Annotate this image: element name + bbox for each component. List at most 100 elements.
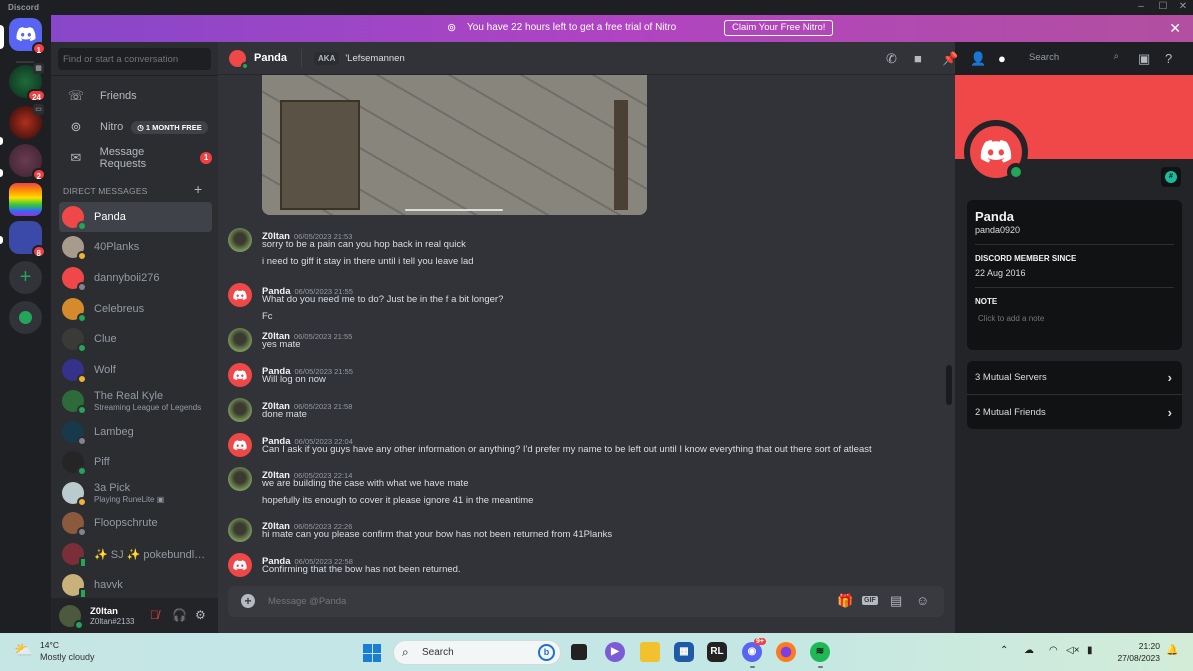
dm-list-item[interactable]: Panda [59, 202, 212, 232]
panda-avatar[interactable] [228, 283, 252, 307]
zoltan-avatar[interactable] [228, 518, 252, 542]
settings-gear-icon[interactable]: ⚙ [195, 608, 206, 622]
system-clock[interactable]: 21:20 27/08/2023 [1110, 640, 1160, 664]
help-icon[interactable]: ? [1165, 51, 1172, 66]
server-pvm[interactable]: ▦ 24 [9, 63, 46, 102]
chat-message[interactable]: Z0ltan 06/05/2023 21:53 sorry to be a pain… [228, 226, 938, 270]
user-avatar[interactable] [59, 604, 84, 630]
message-input[interactable] [268, 596, 808, 607]
zoltan-avatar[interactable] [228, 328, 252, 352]
server-p9k[interactable]: 2 [9, 144, 46, 181]
chat-message[interactable]: Z0ltan 06/05/2023 22:14 we are building th… [228, 465, 938, 509]
nav-nitro[interactable]: ⊚ Nitro ◷ 1 MONTH FREE [59, 112, 212, 142]
chat-message[interactable]: Panda 06/05/2023 22:58 Confirming that the… [228, 551, 938, 580]
file-explorer-icon[interactable] [640, 642, 660, 662]
chat-message[interactable]: Z0ltan 06/05/2023 21:58 done mate [228, 396, 938, 425]
user-profile-icon[interactable]: ● [998, 51, 1006, 66]
mutual-servers-button[interactable]: 3 Mutual Servers › [967, 361, 1182, 395]
panda-avatar[interactable] [228, 553, 252, 577]
chat-message[interactable]: Z0ltan 06/05/2023 22:26 hi mate can you pl… [228, 516, 938, 545]
weather-cloud-icon[interactable]: ⛅ [14, 641, 33, 659]
chat-message[interactable]: Panda 06/05/2023 22:04 Can I ask if you gu… [228, 431, 938, 460]
claim-nitro-button[interactable]: Claim Your Free Nitro! [724, 20, 834, 36]
create-dm-button[interactable]: + [194, 181, 202, 197]
discord-taskbar-icon[interactable]: ◉ [742, 642, 762, 662]
nav-friends[interactable]: ☏ Friends [59, 81, 212, 111]
status-offline-indicator [77, 436, 87, 446]
user-tag: Z0ltan#2133 [90, 616, 135, 626]
add-server-button[interactable]: + [9, 261, 42, 294]
dm-name: The Real Kyle [94, 390, 164, 402]
dm-list-item[interactable]: Celebreus [59, 294, 212, 324]
find-conversation-input[interactable] [58, 48, 211, 70]
dm-list-item[interactable]: ✨ SJ ✨ pokebundle... [59, 539, 212, 569]
status-offline-indicator [77, 282, 87, 292]
gif-button[interactable]: GIF [862, 596, 878, 605]
close-icon[interactable]: ✕ [1169, 20, 1181, 37]
dm-list-item[interactable]: dannyboii276 [59, 263, 212, 293]
minimize-button[interactable]: – [1132, 1, 1150, 12]
server-rs[interactable] [9, 183, 42, 216]
bing-icon[interactable]: b [538, 644, 555, 661]
zoltan-avatar[interactable] [228, 398, 252, 422]
explore-button[interactable] [9, 301, 42, 334]
wifi-icon[interactable]: ◠ [1049, 645, 1058, 656]
dm-list-item[interactable]: 3a Pick Playing RuneLite ▣ [59, 478, 212, 508]
mutual-friends-button[interactable]: 2 Mutual Friends › [967, 395, 1182, 429]
headphones-icon[interactable]: 🎧 [172, 608, 187, 622]
chat-message[interactable]: Z0ltan 06/05/2023 21:55 yes mate [228, 326, 938, 355]
nav-message-requests[interactable]: ✉ Message Requests 1 [59, 143, 212, 173]
dm-list-item[interactable]: Lambeg [59, 417, 212, 447]
dm-list-item[interactable]: Piff [59, 447, 212, 477]
dm-list-item[interactable]: The Real Kyle Streaming League of Legends [59, 386, 212, 416]
inbox-icon[interactable]: ▣ [1138, 51, 1150, 67]
tray-chevron-up-icon[interactable]: ⌃ [1000, 645, 1008, 656]
weather-temp[interactable]: 14°C [40, 640, 59, 650]
chat-message[interactable]: Panda 06/05/2023 21:55 Will log on now [228, 361, 938, 390]
runelite-icon[interactable]: RL [707, 642, 727, 662]
mutual-servers-label: 3 Mutual Servers [975, 372, 1047, 383]
spotify-icon[interactable]: ≋ [810, 642, 830, 662]
badge-hash-icon[interactable]: # [1161, 167, 1181, 187]
mute-icon[interactable]: 🎙̸ [150, 608, 159, 622]
chat-scrollbar[interactable] [946, 365, 952, 405]
maximize-button[interactable]: ☐ [1154, 1, 1172, 12]
onedrive-cloud-icon[interactable]: ☁ [1024, 645, 1034, 656]
windows-start-icon[interactable] [363, 644, 381, 662]
embedded-image[interactable] [262, 75, 647, 215]
dm-list-item[interactable]: Clue [59, 324, 212, 354]
server-dark[interactable]: ▭ [9, 104, 44, 139]
zoltan-avatar[interactable] [228, 467, 252, 491]
battery-plug-icon[interactable]: ▮ [1087, 645, 1093, 656]
chat-message[interactable]: Panda 06/05/2023 21:55 What do you need me… [228, 281, 938, 325]
dm-list-item[interactable]: Wolf [59, 355, 212, 385]
sticker-icon[interactable]: ▤ [890, 593, 902, 609]
video-call-icon[interactable]: ■ [914, 51, 922, 66]
home-button[interactable]: 1 [9, 18, 46, 55]
message-text: What do you need me to do? Just be in th… [262, 294, 504, 305]
task-view-icon[interactable] [571, 644, 587, 660]
pin-icon[interactable]: 📌 [942, 51, 958, 67]
dm-list-item[interactable]: havvk [59, 570, 212, 600]
attach-plus-icon[interactable]: + [241, 594, 255, 608]
server-folder[interactable]: 8 [9, 221, 46, 258]
weather-condition[interactable]: Mostly cloudy [40, 652, 95, 662]
chat-search-input[interactable]: Search ⌕ [1024, 49, 1124, 67]
zoltan-avatar[interactable] [228, 228, 252, 252]
store-icon[interactable]: ▦ [674, 642, 694, 662]
voice-call-icon[interactable]: ✆ [886, 51, 897, 67]
taskbar-search[interactable]: ⌕ Search b [393, 640, 561, 665]
dm-list-item[interactable]: 40Planks [59, 232, 212, 262]
emoji-icon[interactable]: ☺ [916, 593, 929, 608]
dm-list-item[interactable]: Floopschrute [59, 508, 212, 538]
notification-bell-icon[interactable]: 🔔 [1166, 645, 1178, 656]
volume-muted-icon[interactable]: ◁× [1066, 645, 1080, 656]
gift-icon[interactable]: 🎁 [837, 593, 853, 609]
close-window-button[interactable]: ✕ [1174, 1, 1192, 12]
panda-avatar[interactable] [228, 363, 252, 387]
panda-avatar[interactable] [228, 433, 252, 457]
firefox-icon[interactable] [776, 642, 796, 662]
note-input[interactable] [978, 314, 1088, 323]
teams-icon[interactable]: ▶ [605, 642, 625, 662]
add-friend-icon[interactable]: 👤 [970, 51, 986, 67]
